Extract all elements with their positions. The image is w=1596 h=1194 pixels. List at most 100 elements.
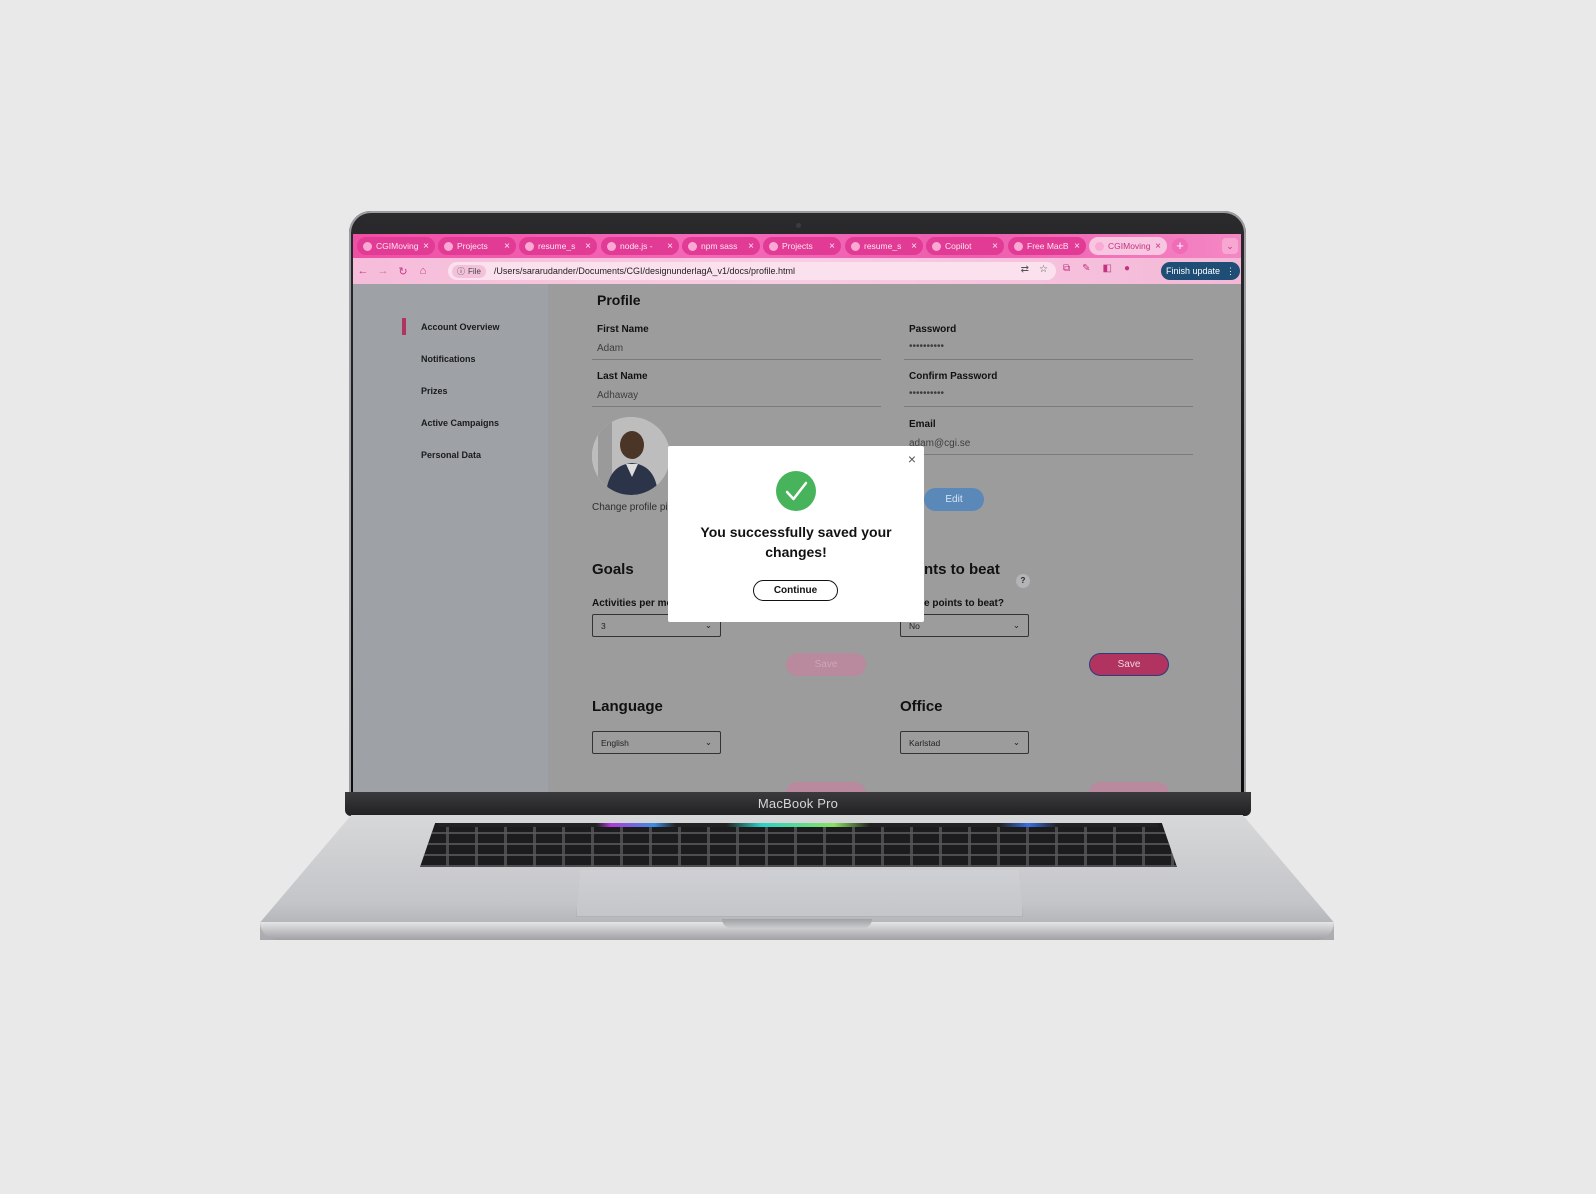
sidebar-item-prizes[interactable]: Prizes (421, 386, 448, 396)
tab[interactable]: Projects × (438, 237, 516, 255)
profile-heading: Profile (597, 292, 641, 308)
goals-save-button[interactable]: Save (786, 653, 866, 676)
last-name-label: Last Name (597, 371, 648, 382)
extension-icon[interactable]: ✎ (1082, 263, 1090, 274)
close-tab-icon[interactable]: × (585, 241, 591, 252)
tab-strip: CGIMoving × Projects × resume_s × node.js -… (353, 234, 1241, 258)
tab[interactable]: CGIMoving × (357, 237, 435, 255)
favicon-icon (607, 241, 616, 251)
home-icon[interactable]: ⌂ (413, 265, 433, 277)
activities-label: Activities per mo (592, 598, 673, 609)
site-info-chip[interactable]: ⓘ File (452, 264, 486, 278)
chevron-down-icon: ⌄ (1012, 620, 1020, 630)
reload-icon[interactable]: ↻ (393, 265, 413, 278)
divider (904, 406, 1193, 407)
first-name-label: First Name (597, 324, 649, 335)
close-icon[interactable]: × (908, 451, 916, 467)
divider (904, 454, 1193, 455)
avatar (592, 417, 670, 495)
confirm-password-label: Confirm Password (909, 371, 998, 382)
language-save-button-partial[interactable] (786, 782, 866, 792)
bookmark-star-icon[interactable]: ☆ (1039, 264, 1048, 275)
last-name-field[interactable]: Adhaway (597, 390, 638, 401)
sidebar-item-account-overview[interactable]: Account Overview (421, 322, 500, 332)
close-tab-icon[interactable]: × (829, 241, 835, 252)
page-content: Account Overview Notifications Prizes Ac… (353, 284, 1241, 792)
url-text[interactable]: /Users/sararudander/Documents/CGI/design… (494, 266, 795, 276)
favicon-icon (363, 241, 372, 251)
profile-avatar-icon[interactable]: ● (1124, 263, 1130, 274)
side-panel-icon[interactable]: ◧ (1103, 263, 1112, 274)
screen: CGIMoving × Projects × resume_s × node.js -… (353, 234, 1241, 792)
office-select[interactable]: Karlstad ⌄ (900, 731, 1029, 754)
device-label: MacBook Pro (757, 796, 839, 811)
close-tab-icon[interactable]: × (423, 241, 429, 252)
close-tab-icon[interactable]: × (667, 241, 673, 252)
keyboard-rows (420, 823, 1177, 867)
close-tab-icon[interactable]: × (748, 241, 754, 252)
tab[interactable]: Projects × (763, 237, 841, 255)
favicon-icon (769, 241, 778, 251)
tab[interactable]: resume_s × (519, 237, 597, 255)
divider (904, 359, 1193, 360)
password-label: Password (909, 324, 957, 335)
points-save-button[interactable]: Save (1089, 653, 1169, 676)
chevron-down-icon: ⌄ (704, 737, 712, 747)
trackpad (576, 870, 1023, 917)
close-tab-icon[interactable]: × (1155, 241, 1161, 252)
screen-chin: MacBook Pro (345, 792, 1251, 816)
tab[interactable]: Free MacB × (1008, 237, 1086, 255)
change-profile-picture-link[interactable]: Change profile pi (592, 502, 668, 513)
divider (592, 406, 881, 407)
favicon-icon (1095, 241, 1104, 251)
new-tab-button[interactable]: + (1172, 238, 1188, 254)
goals-heading: Goals (592, 561, 634, 578)
browser-toolbar: ← → ↻ ⌂ ⓘ File /Users/sararudander/Docume… (353, 258, 1241, 284)
sidebar-item-active-campaigns[interactable]: Active Campaigns (421, 418, 499, 428)
close-tab-icon[interactable]: × (504, 241, 510, 252)
finish-update-button[interactable]: Finish update ⋮ (1161, 262, 1240, 280)
address-bar[interactable]: ⓘ File /Users/sararudander/Documents/CGI/… (448, 262, 1056, 280)
kebab-menu-icon: ⋮ (1226, 265, 1236, 276)
tab[interactable]: node.js - × (601, 237, 679, 255)
back-icon[interactable]: ← (353, 265, 373, 277)
favicon-icon (688, 241, 697, 251)
tab[interactable]: Copilot × (926, 237, 1004, 255)
translate-icon[interactable]: ⇄ (1021, 264, 1029, 275)
active-indicator (402, 318, 406, 335)
close-tab-icon[interactable]: × (992, 241, 998, 252)
touch-bar (438, 823, 1158, 827)
favicon-icon (932, 241, 941, 251)
info-icon: ⓘ (457, 266, 465, 276)
first-name-field[interactable]: Adam (597, 343, 623, 354)
language-select[interactable]: English ⌄ (592, 731, 721, 754)
edit-button[interactable]: Edit (924, 488, 984, 511)
password-field[interactable]: •••••••••• (909, 341, 944, 352)
forward-icon[interactable]: → (373, 265, 393, 277)
chevron-down-icon: ⌄ (1012, 737, 1020, 747)
favicon-icon (1014, 241, 1023, 251)
tab[interactable]: npm sass × (682, 237, 760, 255)
office-heading: Office (900, 698, 943, 715)
favicon-icon (525, 241, 534, 251)
favicon-icon (851, 241, 860, 251)
favicon-icon (444, 241, 453, 251)
close-tab-icon[interactable]: × (911, 241, 917, 252)
extensions-icon[interactable]: ⧉ (1063, 263, 1070, 274)
continue-button[interactable]: Continue (753, 580, 838, 601)
email-label: Email (909, 419, 936, 430)
confirm-password-field[interactable]: •••••••••• (909, 388, 944, 399)
modal-message: You successfully saved your changes! (700, 524, 892, 560)
points-question-label: e points to beat? (924, 598, 1004, 609)
sidebar-item-personal-data[interactable]: Personal Data (421, 450, 481, 460)
tab-active[interactable]: CGIMoving × (1089, 237, 1167, 255)
sidebar: Account Overview Notifications Prizes Ac… (353, 284, 548, 792)
office-save-button-partial[interactable] (1089, 782, 1169, 792)
help-icon[interactable]: ? (1016, 574, 1030, 588)
tab-search-button[interactable]: ⌄ (1222, 238, 1238, 254)
language-heading: Language (592, 698, 663, 715)
sidebar-item-notifications[interactable]: Notifications (421, 354, 476, 364)
tab[interactable]: resume_s × (845, 237, 923, 255)
close-tab-icon[interactable]: × (1074, 241, 1080, 252)
success-check-icon (776, 471, 816, 511)
